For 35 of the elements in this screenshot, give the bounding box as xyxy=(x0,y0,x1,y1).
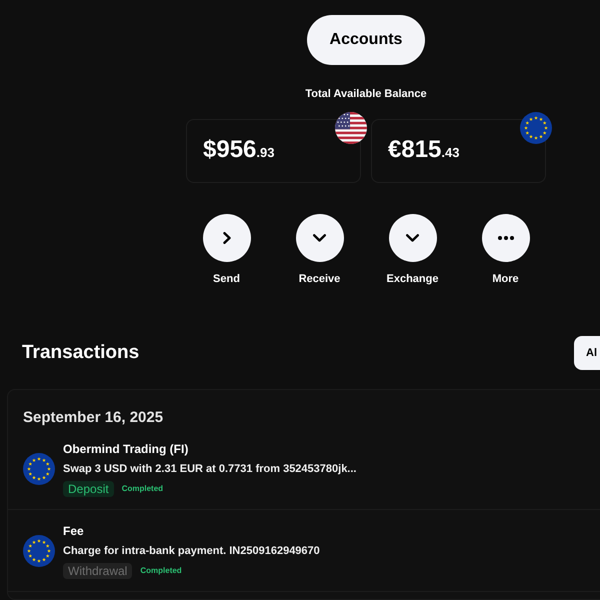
action-button[interactable] xyxy=(296,214,344,262)
accounts-button[interactable]: Accounts xyxy=(307,15,425,65)
transactions-title: Transactions xyxy=(22,341,140,365)
action-label: Exchange xyxy=(386,272,438,286)
ellipsis-icon xyxy=(498,236,514,240)
filter-button[interactable]: Al xyxy=(574,336,600,370)
balance-amount: $956.93 xyxy=(203,136,274,164)
transaction-title: Fee xyxy=(63,523,85,539)
eu-flag-icon xyxy=(23,535,55,567)
balance-amount: €815.43 xyxy=(388,136,460,164)
type-badge: Withdrawal xyxy=(63,563,132,579)
action-label: Receive xyxy=(298,272,340,286)
action-button[interactable] xyxy=(202,214,250,262)
transaction-description: Charge for intra-bank payment. IN2509162949670 xyxy=(63,544,320,559)
eu-flag-icon xyxy=(23,453,55,485)
balance-card[interactable]: €815.43 xyxy=(371,119,546,183)
status-text: Completed xyxy=(122,484,164,494)
chevron-down-icon xyxy=(406,234,419,242)
status-text: Completed xyxy=(140,566,182,576)
date-heading: September 16, 2025 xyxy=(22,408,164,428)
action-button[interactable] xyxy=(388,214,436,262)
action-label: Send xyxy=(213,272,240,286)
balance-card[interactable]: $956.93 xyxy=(186,119,361,183)
transaction-title: Obermind Trading (FI) xyxy=(63,441,190,457)
action-label: More xyxy=(492,272,519,286)
transaction-row[interactable]: Fee Charge for intra-bank payment. IN2509162949670 Withdrawal Completed xyxy=(8,510,600,592)
balance-label: Total Available Balance xyxy=(305,87,427,101)
chevron-down-icon xyxy=(313,234,326,242)
transaction-description: Swap 3 USD with 2.31 EUR at 0.7731 from 352453780jk... xyxy=(63,462,356,477)
eu-flag-icon xyxy=(520,112,552,144)
action-button[interactable] xyxy=(482,214,530,262)
us-flag-icon xyxy=(335,112,367,144)
chevron-right-icon xyxy=(222,232,230,244)
type-badge: Deposit xyxy=(63,481,114,497)
transaction-row[interactable]: Obermind Trading (FI) Swap 3 USD with 2.31 EUR at 0.7731 from 352453780jk... Deposit Completed xyxy=(8,428,600,510)
